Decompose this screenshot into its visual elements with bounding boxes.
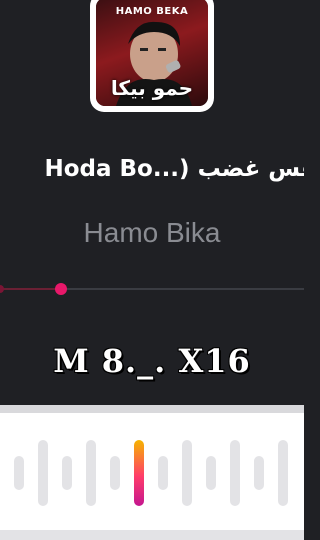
audio-waveform[interactable] xyxy=(0,420,304,520)
waveform-bar xyxy=(254,456,264,490)
album-art[interactable]: HAMO BEKA حمو بيكا xyxy=(90,0,214,112)
waveform-bar xyxy=(86,440,96,506)
waveform-bar xyxy=(158,456,168,490)
waveform-bar xyxy=(230,440,240,506)
album-art-title: HAMO BEKA xyxy=(115,6,189,17)
waveform-bar xyxy=(38,440,48,506)
song-title: Hoda Bo...) ‎نفس غضب xyxy=(0,156,304,192)
waveform-bar xyxy=(182,440,192,506)
waveform-bar xyxy=(110,456,120,490)
waveform-bar xyxy=(206,456,216,490)
waveform-bar xyxy=(278,440,288,506)
waveform-bar-active xyxy=(134,440,144,506)
video-caption: M 8._. X16 xyxy=(53,342,251,380)
seek-thumb[interactable] xyxy=(54,283,67,295)
waveform-bar xyxy=(62,456,72,490)
bottom-edge xyxy=(0,530,304,540)
seek-bar[interactable] xyxy=(0,288,304,290)
waveform-bar xyxy=(14,456,24,490)
album-art-image: HAMO BEKA حمو بيكا xyxy=(96,0,208,106)
seek-bar-progress xyxy=(0,288,61,290)
album-art-arabic-text: حمو بيكا xyxy=(110,76,194,100)
song-title-text: Hoda Bo...) ‎نفس غضب xyxy=(44,156,304,182)
artist-name[interactable]: Hamo Bika xyxy=(0,217,304,249)
panel-divider xyxy=(0,405,304,413)
